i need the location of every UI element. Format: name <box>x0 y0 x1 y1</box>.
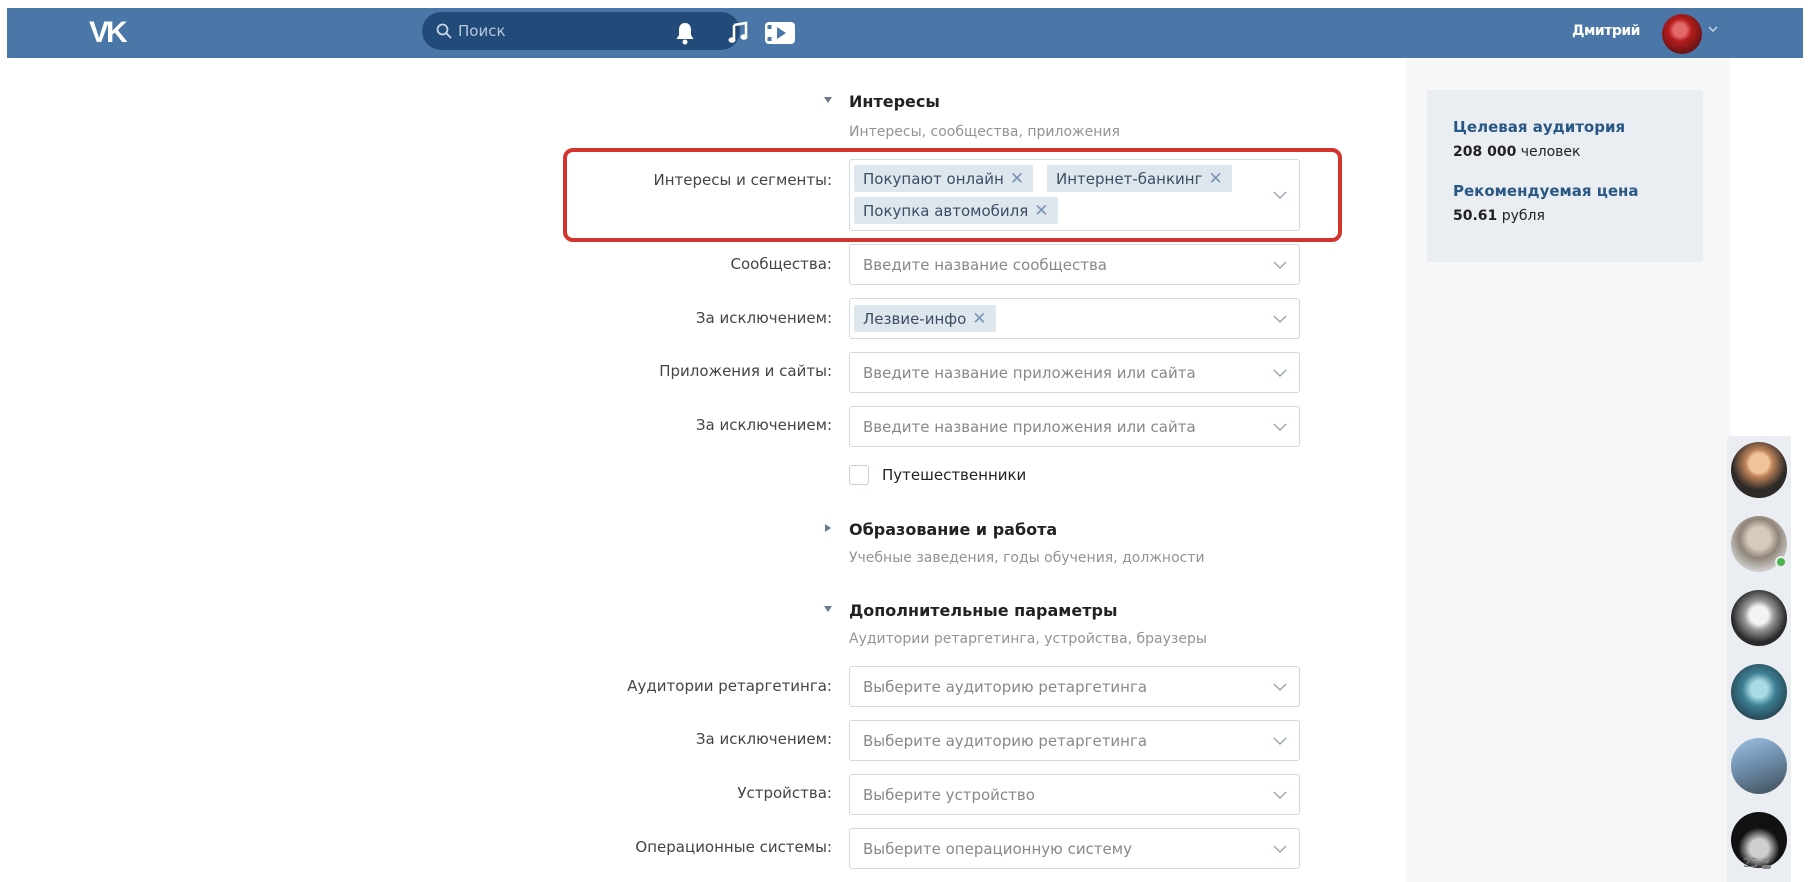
friends-online-count[interactable]: 25 <box>1743 856 1772 870</box>
communities-placeholder: Введите название сообщества <box>863 256 1107 274</box>
retargeting-field[interactable]: Выберите аудиторию ретаргетинга <box>849 666 1300 707</box>
person-icon <box>1762 858 1772 869</box>
devices-label: Устройства: <box>737 784 832 802</box>
os-placeholder: Выберите операционную систему <box>863 840 1132 858</box>
video-icon[interactable] <box>765 18 795 48</box>
chevron-down-icon[interactable] <box>1707 23 1719 35</box>
retargeting-placeholder: Выберите аудиторию ретаргетинга <box>863 678 1148 696</box>
music-icon[interactable] <box>727 18 749 48</box>
section-interests-title: Интересы <box>849 92 940 111</box>
triangle-right-icon <box>825 524 831 532</box>
chevron-down-icon[interactable] <box>1273 790 1287 800</box>
top-bar: VK Дмитрий <box>7 8 1803 58</box>
close-icon[interactable]: ✕ <box>972 309 986 329</box>
chevron-down-icon[interactable] <box>1273 736 1287 746</box>
section-education-title: Образование и работа <box>849 520 1058 539</box>
os-field[interactable]: Выберите операционную систему <box>849 828 1300 869</box>
vk-logo[interactable]: VK <box>89 16 128 50</box>
user-name[interactable]: Дмитрий <box>1572 23 1640 39</box>
friend-avatar[interactable] <box>1731 738 1787 794</box>
highlight-frame <box>563 148 1342 242</box>
audience-card: Целевая аудитория 208 000 человек Рекоме… <box>1427 90 1703 262</box>
retargeting-except-field[interactable]: Выберите аудиторию ретаргетинга <box>849 720 1300 761</box>
chevron-down-icon[interactable] <box>1273 260 1287 270</box>
apps-sites-placeholder: Введите название приложения или сайта <box>863 364 1196 382</box>
section-interests-subtitle: Интересы, сообщества, приложения <box>849 124 1120 140</box>
section-extra-title: Дополнительные параметры <box>849 601 1118 620</box>
triangle-down-icon <box>824 606 832 612</box>
online-indicator <box>1775 556 1787 568</box>
apps-except-label: За исключением: <box>695 416 832 434</box>
tag-chip: Лезвие-инфо ✕ <box>854 305 996 332</box>
friend-avatar[interactable] <box>1731 590 1787 646</box>
friend-avatar[interactable] <box>1731 664 1787 720</box>
communities-except-field[interactable]: Лезвие-инфо ✕ <box>849 298 1300 339</box>
chevron-down-icon[interactable] <box>1273 368 1287 378</box>
communities-label: Сообщества: <box>730 255 832 273</box>
recommended-price-value: 50.61 рубля <box>1453 208 1545 224</box>
section-education-subtitle: Учебные заведения, годы обучения, должно… <box>849 550 1205 566</box>
section-extra-toggle[interactable]: Дополнительные параметры <box>824 601 1118 620</box>
chevron-down-icon[interactable] <box>1273 314 1287 324</box>
section-extra-subtitle: Аудитории ретаргетинга, устройства, брау… <box>849 631 1207 647</box>
target-audience-value: 208 000 человек <box>1453 144 1581 160</box>
travelers-checkbox[interactable]: Путешественники <box>849 465 1026 485</box>
chevron-down-icon[interactable] <box>1273 682 1287 692</box>
apps-sites-label: Приложения и сайты: <box>659 362 832 380</box>
communities-except-label: За исключением: <box>695 309 832 327</box>
friends-sidebar: 25 <box>1727 436 1791 882</box>
search-input[interactable] <box>458 22 708 40</box>
os-label: Операционные системы: <box>635 838 832 856</box>
devices-field[interactable]: Выберите устройство <box>849 774 1300 815</box>
user-avatar[interactable] <box>1662 14 1702 54</box>
checkbox-box[interactable] <box>849 465 869 485</box>
chevron-down-icon[interactable] <box>1273 844 1287 854</box>
devices-placeholder: Выберите устройство <box>863 786 1035 804</box>
section-education-toggle[interactable]: Образование и работа <box>825 520 1058 539</box>
retargeting-except-label: За исключением: <box>695 730 832 748</box>
apps-except-placeholder: Введите название приложения или сайта <box>863 418 1196 436</box>
target-audience-title: Целевая аудитория <box>1453 118 1626 136</box>
travelers-label: Путешественники <box>882 466 1027 484</box>
apps-except-field[interactable]: Введите название приложения или сайта <box>849 406 1300 447</box>
chevron-down-icon[interactable] <box>1273 422 1287 432</box>
retargeting-except-placeholder: Выберите аудиторию ретаргетинга <box>863 732 1148 750</box>
communities-field[interactable]: Введите название сообщества <box>849 244 1300 285</box>
recommended-price-title: Рекомендуемая цена <box>1453 182 1639 200</box>
section-interests-toggle[interactable]: Интересы <box>824 92 940 111</box>
friend-avatar[interactable] <box>1731 442 1787 498</box>
apps-sites-field[interactable]: Введите название приложения или сайта <box>849 352 1300 393</box>
retargeting-label: Аудитории ретаргетинга: <box>627 677 832 695</box>
triangle-down-icon <box>824 97 832 103</box>
search-icon <box>436 23 452 39</box>
notifications-icon[interactable] <box>674 18 696 48</box>
